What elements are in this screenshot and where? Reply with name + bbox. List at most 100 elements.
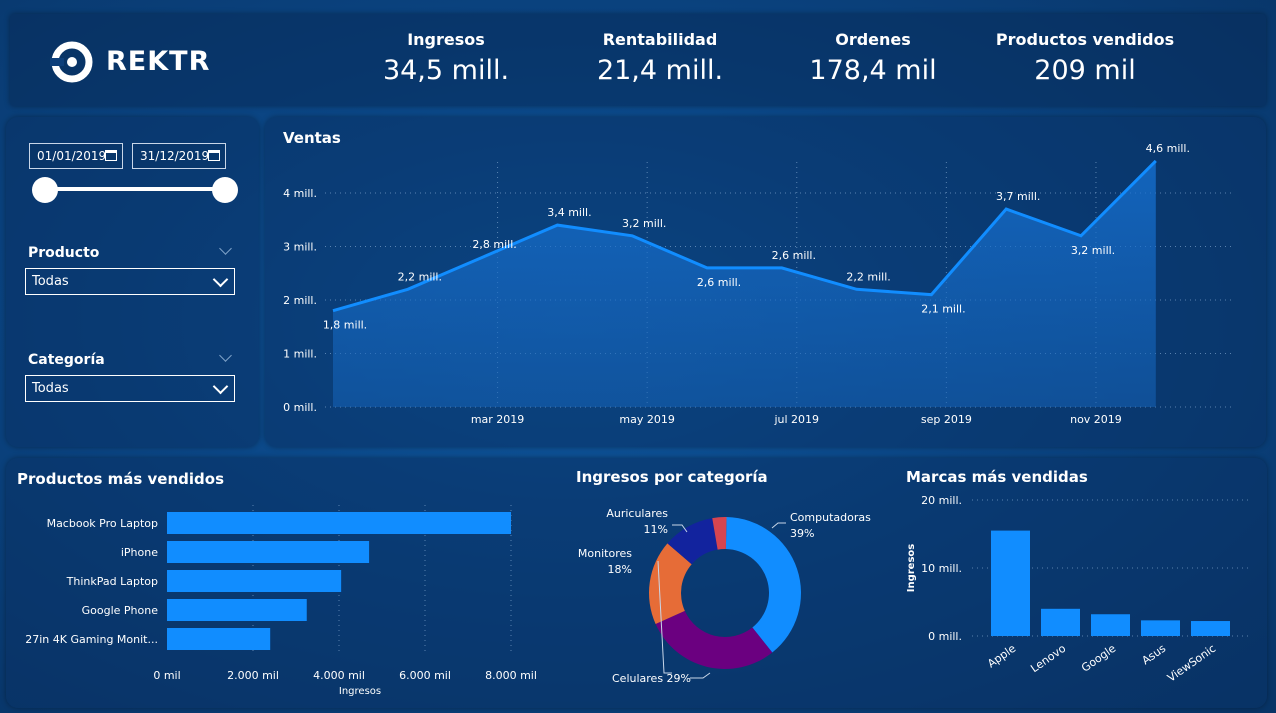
date-start-input[interactable]: 01/01/2019 [29,143,123,169]
ventas-data-label: 3,2 mill. [1071,244,1115,257]
producto-filter-label: Producto [28,245,100,261]
ventas-data-label: 2,1 mill. [921,303,965,316]
donut-slice [655,610,773,669]
kpi-ingresos: Ingresos 34,5 mill. [346,30,546,86]
brand-name: REKTR [106,46,211,77]
brand-bar [1141,620,1180,636]
ventas-chart: 0 mill. 1 mill. 2 mill. 3 mill. 4 mill. mar 2… [283,142,1235,426]
kpi-value: 34,5 mill. [382,55,510,86]
donut-label-name: Monitores [578,547,632,560]
categoria-dropdown[interactable]: Todas [25,375,235,402]
calendar-icon[interactable] [105,150,117,161]
donut-label-name: Computadoras [790,511,871,524]
ventas-data-label: 4,6 mill. [1146,142,1190,155]
categoria-selected-value: Todas [32,381,69,396]
brand-label: Asus [1139,642,1168,668]
date-range-slider-track[interactable] [44,187,226,191]
kpi-label: Productos vendidos [995,30,1175,49]
x-tick-label: mar 2019 [471,413,524,426]
product-bar [167,599,307,621]
x-tick-label: 8.000 mil [485,669,537,682]
product-label: ThinkPad Laptop [66,575,158,588]
ventas-data-label: 2,6 mill. [772,249,816,262]
y-tick-label: 3 mill. [283,241,317,254]
x-tick-label: jul 2019 [773,413,819,426]
brand-label: Lenovo [1028,642,1068,676]
marcas-title: Marcas más vendidas [906,468,1088,486]
ventas-data-label: 3,2 mill. [622,217,666,230]
ventas-data-label: 3,7 mill. [996,190,1040,203]
x-tick-label: sep 2019 [921,413,972,426]
donut-label-name: Celulares 29% [612,672,691,685]
leader-line [771,522,786,529]
y-tick-label: 2 mill. [283,294,317,307]
rektr-logo-icon [50,41,93,83]
donut-label-name: Auriculares [606,507,668,520]
kpi-productos-vendidos: Productos vendidos 209 mil [985,30,1185,86]
kpi-label: Rentabilidad [602,30,718,49]
date-start-value: 01/01/2019 [37,149,107,163]
date-range-start-handle[interactable] [32,177,58,203]
donut-label-percent: 11% [644,523,668,536]
productos-title: Productos más vendidos [17,470,225,488]
leader-line [690,672,711,679]
donut-label-percent: 18% [608,563,632,576]
producto-dropdown[interactable]: Todas [25,268,235,295]
y-tick-label: 0 mill. [283,401,317,414]
producto-selected-value: Todas [32,274,69,289]
kpi-label: Ordenes [835,30,911,49]
brand-label: Apple [985,642,1018,671]
categoria-title: Ingresos por categoría [576,468,768,486]
brand-bar [1191,621,1230,636]
product-label: Macbook Pro Laptop [47,517,158,530]
brand-bar [1041,608,1080,636]
y-tick-label: 20 mill. [921,494,962,507]
y-tick-label: 1 mill. [283,348,317,361]
categoria-filter-label: Categoría [28,352,105,368]
calendar-icon[interactable] [208,150,220,161]
product-bar [167,628,271,650]
y-tick-label: 0 mill. [928,630,962,643]
product-label: iPhone [121,546,158,559]
x-tick-label: nov 2019 [1070,413,1122,426]
brand-bar [991,530,1030,636]
kpi-rentabilidad: Rentabilidad 21,4 mill. [560,30,760,86]
date-end-input[interactable]: 31/12/2019 [132,143,226,169]
product-label: Google Phone [82,604,159,617]
y-tick-label: 4 mill. [283,187,317,200]
y-tick-label: 10 mill. [921,562,962,575]
product-bar [167,541,370,563]
product-label: 27in 4K Gaming Monit... [25,633,158,646]
chevron-down-icon [212,271,229,288]
kpi-label: Ingresos [407,30,485,49]
x-tick-label: 4.000 mil [313,669,365,682]
date-range-end-handle[interactable] [212,177,238,203]
ventas-data-label: 2,6 mill. [697,276,741,289]
kpi-value: 178,4 mil [809,55,937,86]
y-axis-title: Ingresos [906,544,917,593]
product-bar [167,512,511,534]
ventas-data-label: 1,8 mill. [323,319,367,332]
x-tick-label: 6.000 mil [399,669,451,682]
brand-bar [1091,614,1130,636]
brand-label: Google [1079,642,1118,675]
kpi-ordenes: Ordenes 178,4 mil [773,30,973,86]
ventas-data-label: 3,4 mill. [547,206,591,219]
brand-label: ViewSonic [1165,642,1218,685]
ventas-data-label: 2,2 mill. [846,270,890,283]
x-tick-label: may 2019 [619,413,674,426]
ventas-data-label: 2,8 mill. [472,238,516,251]
date-end-value: 31/12/2019 [140,149,210,163]
productos-chart: 0 mil 2.000 mil 4.000 mil 6.000 mil 8.000 mi… [25,505,537,697]
ventas-data-label: 2,2 mill. [398,270,442,283]
marcas-chart: 0 mill. 10 mill. 20 mill. Ingresos Apple Leno… [906,494,1250,685]
kpi-value: 21,4 mill. [596,55,724,86]
product-bar [167,570,342,592]
x-tick-label: 2.000 mil [227,669,279,682]
donut-label-percent: 39% [790,527,814,540]
categoria-donut-chart: Computadoras 39% Celulares 29% Monitores 18%… [578,507,871,685]
chevron-down-icon [212,378,229,395]
x-axis-title: Ingresos [339,686,381,697]
kpi-value: 209 mil [1034,55,1136,86]
x-tick-label: 0 mil [153,669,180,682]
